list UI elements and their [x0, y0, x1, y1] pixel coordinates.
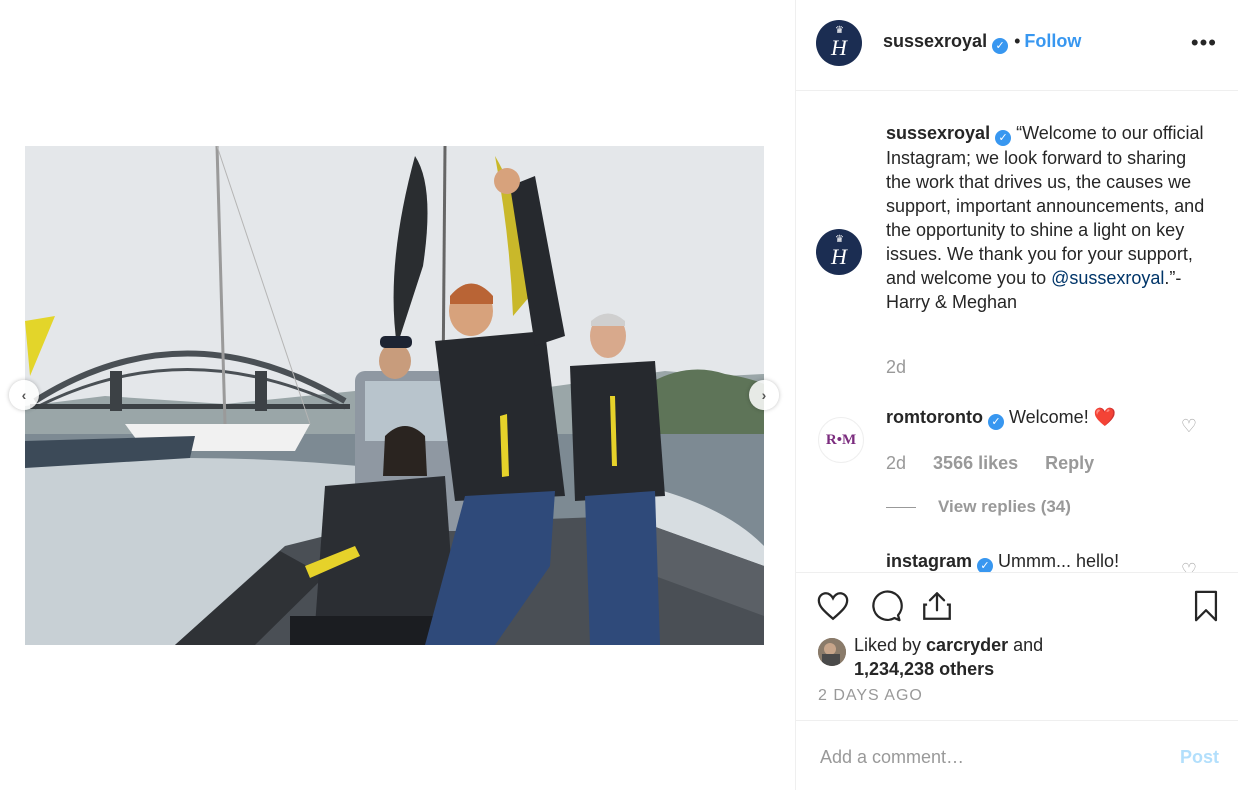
post-date[interactable]: 2 DAYS AGO [818, 687, 923, 705]
liked-by-suffix: and [1008, 635, 1044, 655]
post-sidebar: ♛ H sussexroyal ✓ • Follow ••• ♛ H sussexro… [795, 0, 1238, 790]
reply-button[interactable]: Reply [1045, 453, 1094, 473]
replies-divider [886, 507, 916, 509]
post-photo[interactable] [25, 146, 764, 645]
verified-badge-icon: ✓ [987, 414, 1004, 430]
comment-time[interactable]: 2d [886, 453, 906, 473]
comment-item: instagram ✓ Ummm... hello! [886, 549, 1119, 572]
view-replies-button[interactable]: View replies (34) [886, 497, 1071, 517]
comment-input[interactable] [818, 743, 1152, 771]
verified-badge-icon: ✓ [992, 38, 1009, 54]
chevron-right-icon: › [761, 387, 767, 403]
previous-photo-button[interactable]: ‹ [9, 380, 39, 410]
comments-list[interactable]: ♛ H sussexroyal ✓ “Welcome to our officia… [796, 91, 1238, 572]
separator-dot: • [1014, 31, 1021, 51]
more-options-icon[interactable]: ••• [1191, 30, 1217, 56]
comment-username[interactable]: instagram [886, 551, 972, 571]
liked-by-user[interactable]: carcryder [926, 635, 1008, 655]
comment-item: romtoronto ✓ Welcome! ❤️ [886, 405, 1116, 430]
post-actions: Liked by carcryder and 1,234,238 others … [796, 572, 1238, 721]
heart-icon[interactable] [816, 589, 850, 623]
comment-like-icon[interactable]: ♡ [1181, 416, 1197, 437]
comment-text: Ummm... hello! [998, 551, 1120, 571]
comment-icon[interactable] [869, 589, 903, 623]
comment-likes[interactable]: 3566 likes [933, 453, 1018, 473]
post-header: ♛ H sussexroyal ✓ • Follow ••• [796, 0, 1238, 91]
bookmark-icon[interactable] [1189, 589, 1223, 623]
liked-by-prefix: Liked by [854, 635, 927, 655]
verified-badge-icon: ✓ [977, 558, 994, 572]
verified-badge-icon: ✓ [995, 130, 1012, 146]
comment-username[interactable]: romtoronto [886, 407, 983, 427]
caption-username[interactable]: sussexroyal [886, 123, 990, 143]
media-panel: ‹ › [0, 0, 795, 790]
view-replies-label: View replies (34) [938, 497, 1071, 516]
likes-summary: Liked by carcryder and 1,234,238 others [854, 633, 1043, 681]
liker-avatar[interactable] [818, 638, 846, 666]
post-comment-button[interactable]: Post [1180, 747, 1219, 768]
chevron-left-icon: ‹ [21, 387, 27, 403]
comment-text: Welcome! ❤️ [1009, 407, 1117, 427]
author-avatar[interactable]: ♛ H [816, 20, 862, 66]
likes-others-count[interactable]: 1,234,238 others [854, 659, 994, 679]
next-photo-button[interactable]: › [749, 380, 779, 410]
caption-avatar[interactable]: ♛ H [816, 229, 862, 275]
add-comment-bar: Post [796, 720, 1238, 791]
avatar-monogram: H [831, 244, 847, 269]
caption-text: sussexroyal ✓ “Welcome to our official In… [886, 121, 1206, 314]
author-username[interactable]: sussexroyal [883, 31, 987, 51]
avatar-monogram: H [831, 35, 847, 60]
caption-body: “Welcome to our official Instagram; we l… [886, 123, 1205, 288]
share-icon[interactable] [920, 589, 954, 623]
comment-like-icon[interactable]: ♡ [1181, 560, 1197, 572]
follow-button[interactable]: Follow [1024, 31, 1081, 51]
caption-time[interactable]: 2d [886, 357, 906, 378]
comment-meta: 2d 3566 likes Reply [886, 453, 1094, 474]
caption-mention-link[interactable]: @sussexroyal [1051, 268, 1164, 288]
photo-image [25, 146, 764, 645]
commenter-avatar[interactable]: R•M [818, 417, 864, 463]
